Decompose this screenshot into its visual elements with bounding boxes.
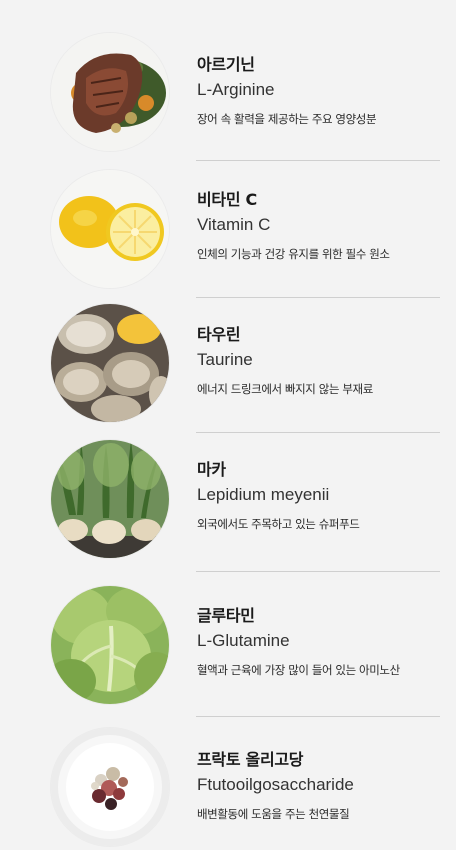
ingredient-text: 마카 Lepidium meyenii 외국에서도 주목하고 있는 슈퍼푸드 (197, 460, 360, 532)
divider (196, 571, 440, 572)
ingredient-name-korean: 아르기닌 (197, 55, 255, 74)
divider (196, 297, 440, 298)
divider (196, 432, 440, 433)
ingredient-name-korean: 마카 (197, 460, 226, 479)
ingredient-description: 인체의 기능과 건강 유지를 위한 필수 원소 (197, 247, 390, 261)
ingredient-name-english: Lepidium meyenii (197, 485, 330, 504)
ingredient-text: 비타민 C Vitamin C 인체의 기능과 건강 유지를 위한 필수 원소 (197, 190, 390, 262)
ingredient-name-english: Taurine (197, 350, 253, 369)
ingredient-name-korean: 비타민 C (197, 190, 257, 209)
ingredient-description: 장어 속 활력을 제공하는 주요 영양성분 (197, 112, 377, 126)
ingredient-name-korean: 글루타민 (197, 606, 255, 625)
oyster-photo (51, 304, 169, 422)
ingredient-text: 글루타민 L-Glutamine 혈액과 근육에 가장 많이 들어 있는 아미노… (197, 606, 400, 678)
ingredient-description: 혈액과 근육에 가장 많이 들어 있는 아미노산 (197, 663, 400, 677)
divider (196, 160, 440, 161)
divider (196, 716, 440, 717)
ingredient-description: 에너지 드링크에서 빠지지 않는 부재료 (197, 382, 373, 396)
maca-photo (51, 440, 169, 558)
ingredient-name-english: Vitamin C (197, 215, 271, 234)
ingredient-text: 타우린 Taurine 에너지 드링크에서 빠지지 않는 부재료 (197, 325, 373, 397)
ingredient-text: 아르기닌 L-Arginine 장어 속 활력을 제공하는 주요 영양성분 (197, 55, 377, 127)
dish-photo (51, 728, 169, 846)
ingredient-name-korean: 타우린 (197, 325, 241, 344)
cabbage-photo (51, 586, 169, 704)
ingredient-description: 외국에서도 주목하고 있는 슈퍼푸드 (197, 517, 360, 531)
ingredient-list: 아르기닌 L-Arginine 장어 속 활력을 제공하는 주요 영양성분 비타… (0, 0, 456, 850)
ingredient-name-english: L-Glutamine (197, 631, 290, 650)
ingredient-text: 프락토 올리고당 Ftutooilgosaccharide 배변활동에 도움을 … (197, 750, 354, 822)
steak-photo (51, 33, 169, 151)
ingredient-name-english: L-Arginine (197, 80, 275, 99)
lemon-photo (51, 170, 169, 288)
ingredient-name-english: Ftutooilgosaccharide (197, 775, 354, 794)
ingredient-name-korean: 프락토 올리고당 (197, 750, 304, 769)
ingredient-description: 배변활동에 도움을 주는 천연물질 (197, 807, 350, 821)
